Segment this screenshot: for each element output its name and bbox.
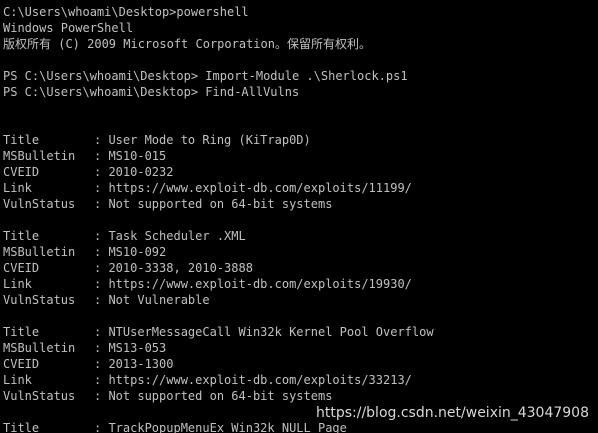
vuln-cveid: 2010-3338, 2010-3888	[108, 261, 253, 275]
field-separator: :	[94, 293, 109, 307]
vuln-title: NTUserMessageCall Win32k Kernel Pool Ove…	[108, 325, 434, 339]
vuln-link-row: Link: https://www.exploit-db.com/exploit…	[3, 276, 598, 292]
vuln-msbulletin: MS13-053	[108, 341, 167, 355]
vuln-entry: Title: User Mode to Ring (KiTrap0D) MSBu…	[3, 132, 598, 212]
vuln-link-row: Link: https://www.exploit-db.com/exploit…	[3, 372, 598, 388]
console-line: Windows PowerShell	[3, 21, 134, 35]
field-separator: :	[94, 325, 109, 339]
vuln-entry: Title: TrackPopupMenuEx Win32k NULL Page	[3, 420, 598, 433]
field-separator: :	[94, 181, 109, 195]
field-label: Title	[3, 325, 40, 339]
vuln-title-row: Title: User Mode to Ring (KiTrap0D)	[3, 132, 598, 148]
field-label: Title	[3, 421, 40, 433]
vuln-msbulletin: MS10-015	[108, 149, 167, 163]
vuln-status-row: VulnStatus: Not supported on 64-bit syst…	[3, 388, 598, 404]
field-label: Link	[3, 277, 32, 291]
vuln-link: https://www.exploit-db.com/exploits/1993…	[108, 277, 412, 291]
field-label: Title	[3, 229, 40, 243]
vuln-title-row: Title: NTUserMessageCall Win32k Kernel P…	[3, 324, 598, 340]
field-separator: :	[94, 277, 109, 291]
vuln-status: Not Vulnerable	[108, 293, 210, 307]
vuln-msbulletin: MS10-092	[108, 245, 167, 259]
vuln-link-row: Link: https://www.exploit-db.com/exploit…	[3, 180, 598, 196]
vuln-title: TrackPopupMenuEx Win32k NULL Page	[108, 421, 347, 433]
console-line: 版权所有 (C) 2009 Microsoft Corporation。保留所有…	[3, 37, 371, 51]
vuln-cveid: 2013-1300	[108, 357, 174, 371]
powershell-console[interactable]: C:\Users\whoami\Desktop>powershell Windo…	[0, 0, 598, 433]
vuln-status-row: VulnStatus: Not Vulnerable	[3, 292, 598, 308]
field-label: VulnStatus	[3, 389, 76, 403]
field-label: MSBulletin	[3, 245, 76, 259]
vuln-cveid-row: CVEID: 2010-3338, 2010-3888	[3, 260, 598, 276]
vuln-title-row: Title: Task Scheduler .XML	[3, 228, 598, 244]
field-separator: :	[94, 341, 109, 355]
field-label: CVEID	[3, 261, 40, 275]
vuln-entry: Title: Task Scheduler .XML MSBulletin: M…	[3, 228, 598, 308]
vuln-title: User Mode to Ring (KiTrap0D)	[108, 133, 311, 147]
field-separator: :	[94, 165, 109, 179]
field-separator: :	[94, 357, 109, 371]
vuln-entry: Title: NTUserMessageCall Win32k Kernel P…	[3, 324, 598, 404]
vuln-cveid-row: CVEID: 2010-0232	[3, 164, 598, 180]
field-label: Title	[3, 133, 40, 147]
vuln-title-row: Title: TrackPopupMenuEx Win32k NULL Page	[3, 420, 598, 433]
vuln-link: https://www.exploit-db.com/exploits/3321…	[108, 373, 412, 387]
field-label: Link	[3, 181, 32, 195]
field-separator: :	[94, 245, 109, 259]
vuln-status: Not supported on 64-bit systems	[108, 197, 333, 211]
vuln-msbulletin-row: MSBulletin: MS10-092	[3, 244, 598, 260]
command-line: PS C:\Users\whoami\Desktop> Find-AllVuln…	[3, 85, 300, 99]
vuln-title: Task Scheduler .XML	[108, 229, 246, 243]
field-separator: :	[94, 389, 109, 403]
vuln-cveid-row: CVEID: 2013-1300	[3, 356, 598, 372]
field-label: VulnStatus	[3, 293, 76, 307]
field-label: MSBulletin	[3, 149, 76, 163]
watermark-text: https://blog.csdn.net/weixin_43047908	[315, 405, 589, 421]
vuln-status-row: VulnStatus: Not supported on 64-bit syst…	[3, 196, 598, 212]
field-label: Link	[3, 373, 32, 387]
field-label: VulnStatus	[3, 197, 76, 211]
vuln-msbulletin-row: MSBulletin: MS10-015	[3, 148, 598, 164]
field-separator: :	[94, 229, 109, 243]
field-separator: :	[94, 261, 109, 275]
console-line: C:\Users\whoami\Desktop>powershell	[3, 5, 249, 19]
vuln-cveid: 2010-0232	[108, 165, 174, 179]
vuln-link: https://www.exploit-db.com/exploits/1119…	[108, 181, 412, 195]
field-label: CVEID	[3, 165, 40, 179]
field-separator: :	[94, 197, 109, 211]
command-line: PS C:\Users\whoami\Desktop> Import-Modul…	[3, 69, 408, 83]
field-separator: :	[94, 373, 109, 387]
field-separator: :	[94, 133, 109, 147]
field-label: MSBulletin	[3, 341, 76, 355]
vuln-msbulletin-row: MSBulletin: MS13-053	[3, 340, 598, 356]
field-label: CVEID	[3, 357, 40, 371]
field-separator: :	[94, 149, 109, 163]
field-separator: :	[94, 421, 109, 433]
vuln-status: Not supported on 64-bit systems	[108, 389, 333, 403]
